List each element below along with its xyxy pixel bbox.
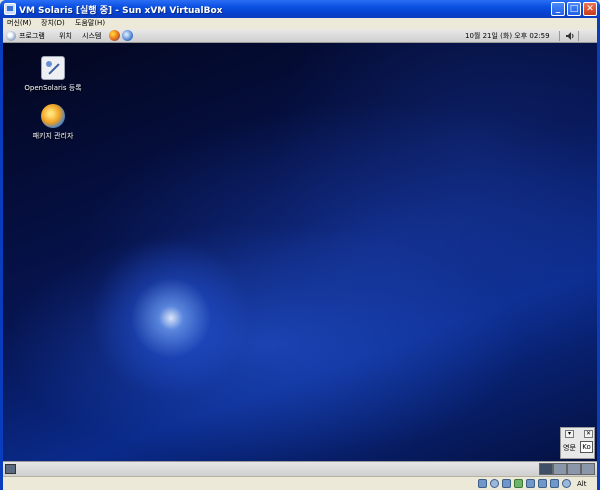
workspace-switcher-1[interactable]: [539, 463, 553, 475]
ime-close-icon[interactable]: ✕: [584, 430, 593, 438]
volume-speaker-icon[interactable]: [565, 31, 575, 41]
virtualbox-window: VM Solaris [실행 중] - Sun xVM VirtualBox _…: [0, 0, 600, 490]
ime-mode-toggle[interactable]: Ko: [580, 441, 593, 453]
menu-machine[interactable]: 머신(M): [7, 18, 31, 29]
desktop-icon-opensolaris-registration[interactable]: OpenSolaris 등록: [13, 56, 93, 93]
panel-menu-places[interactable]: 위치: [59, 29, 72, 43]
guest-screen[interactable]: 프로그램 위치 시스템 10월 21일 (화) 오후 02:59 OpenSol…: [3, 29, 597, 476]
thunderbird-icon[interactable]: [122, 30, 133, 41]
virtualbox-status-bar: Alt: [3, 476, 597, 490]
host-key-label: Alt: [577, 480, 587, 488]
desktop-wallpaper[interactable]: OpenSolaris 등록 패키지 관리자: [3, 43, 597, 461]
panel-clock[interactable]: 10월 21일 (화) 오후 02:59: [465, 29, 550, 43]
ime-language-label[interactable]: 영문: [563, 443, 576, 453]
panel-separator: [578, 31, 579, 41]
menu-bar: 머신(M) 장치(D) 도움말(H): [3, 18, 597, 29]
ime-minimize-icon[interactable]: ▾: [565, 430, 574, 438]
workspace-switcher-2[interactable]: [553, 463, 567, 475]
maximize-button[interactable]: □: [567, 2, 581, 16]
firefox-icon[interactable]: [109, 30, 120, 41]
mouse-integration-icon[interactable]: [562, 479, 571, 488]
panel-menu-system[interactable]: 시스템: [82, 29, 101, 43]
ime-language-bar[interactable]: ▾ ✕ 영문 Ko: [560, 427, 595, 459]
hard-disk-icon[interactable]: [478, 479, 487, 488]
desktop-icon-label: 패키지 관리자: [32, 132, 74, 140]
desktop-icon-label: OpenSolaris 등록: [24, 84, 82, 92]
show-desktop-icon[interactable]: [5, 464, 16, 474]
menu-help[interactable]: 도움말(H): [75, 18, 105, 29]
registration-icon: [41, 56, 65, 80]
shared-folders-icon[interactable]: [538, 479, 547, 488]
window-title: VM Solaris [실행 중] - Sun xVM VirtualBox: [19, 6, 223, 16]
package-manager-icon: [41, 104, 65, 128]
network-icon[interactable]: [514, 479, 523, 488]
title-bar[interactable]: VM Solaris [실행 중] - Sun xVM VirtualBox _…: [0, 0, 600, 18]
floppy-icon[interactable]: [502, 479, 511, 488]
virtualbox-app-icon[interactable]: [4, 3, 16, 15]
minimize-button[interactable]: _: [551, 2, 565, 16]
gnome-foot-icon[interactable]: [6, 31, 16, 41]
menu-devices[interactable]: 장치(D): [41, 18, 65, 29]
panel-separator: [559, 31, 560, 41]
workspace-switcher-3[interactable]: [567, 463, 581, 475]
display-icon[interactable]: [550, 479, 559, 488]
close-button[interactable]: ✕: [583, 2, 597, 16]
workspace-switcher-4[interactable]: [581, 463, 595, 475]
desktop-icon-package-manager[interactable]: 패키지 관리자: [13, 104, 93, 141]
panel-menu-applications[interactable]: 프로그램: [19, 29, 45, 43]
cd-icon[interactable]: [490, 479, 499, 488]
gnome-bottom-panel: [3, 461, 597, 476]
usb-icon[interactable]: [526, 479, 535, 488]
gnome-top-panel: 프로그램 위치 시스템 10월 21일 (화) 오후 02:59: [3, 29, 597, 43]
